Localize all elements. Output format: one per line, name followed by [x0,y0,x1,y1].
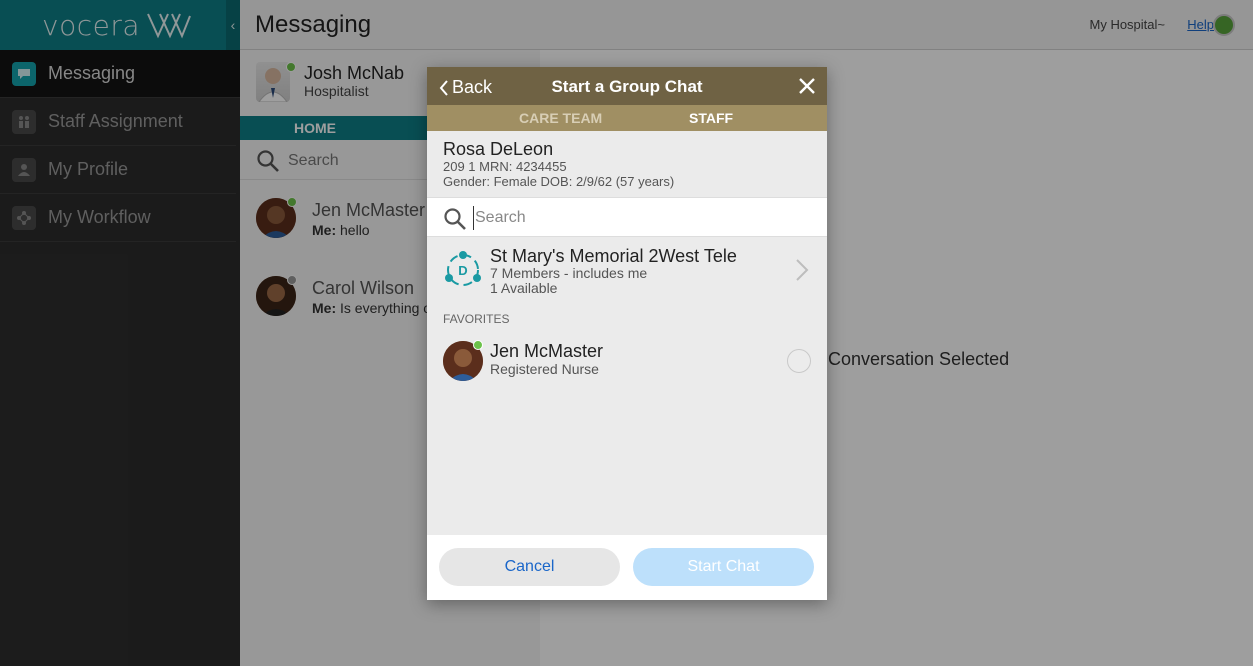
search-input[interactable] [473,206,803,230]
close-icon[interactable] [797,76,817,96]
group-chat-dialog: Back Start a Group Chat CARE TEAM STAFF … [427,67,827,600]
tab-care-team[interactable]: CARE TEAM [519,110,602,126]
group-name: St Mary's Memorial 2West Tele [490,246,737,266]
dialog-header: Back Start a Group Chat [427,67,827,105]
patient-info: Rosa DeLeon 209 1 MRN: 4234455 Gender: F… [427,131,827,197]
favorite-role: Registered Nurse [490,361,599,377]
group-available: 1 Available [490,280,558,296]
group-members: 7 Members - includes me [490,265,648,281]
dialog-title: Start a Group Chat [551,77,703,96]
tab-staff[interactable]: STAFF [689,110,733,126]
patient-room-mrn: 209 1 MRN: 4234455 [443,159,567,174]
cancel-button[interactable]: Cancel [439,548,620,586]
dialog-footer: Cancel Start Chat [427,535,827,600]
favorite-name: Jen McMaster [490,341,604,361]
group-icon-letter: D [458,263,467,278]
favorites-header: FAVORITES [443,312,510,326]
online-status-icon [473,340,483,350]
start-chat-button[interactable]: Start Chat [633,548,814,586]
dialog-search [427,197,827,237]
patient-gender-dob: Gender: Female DOB: 2/9/62 (57 years) [443,174,675,189]
chevron-right-icon [796,259,809,281]
group-icon: D [445,251,481,286]
patient-name: Rosa DeLeon [443,139,554,159]
select-radio[interactable] [787,349,811,373]
group-list-item[interactable]: D St Mary's Memorial 2West Tele 7 Member… [427,237,827,303]
search-icon [444,208,466,230]
dialog-tabs: CARE TEAM STAFF [427,105,827,131]
favorite-item[interactable]: Jen McMaster Registered Nurse [427,335,827,387]
